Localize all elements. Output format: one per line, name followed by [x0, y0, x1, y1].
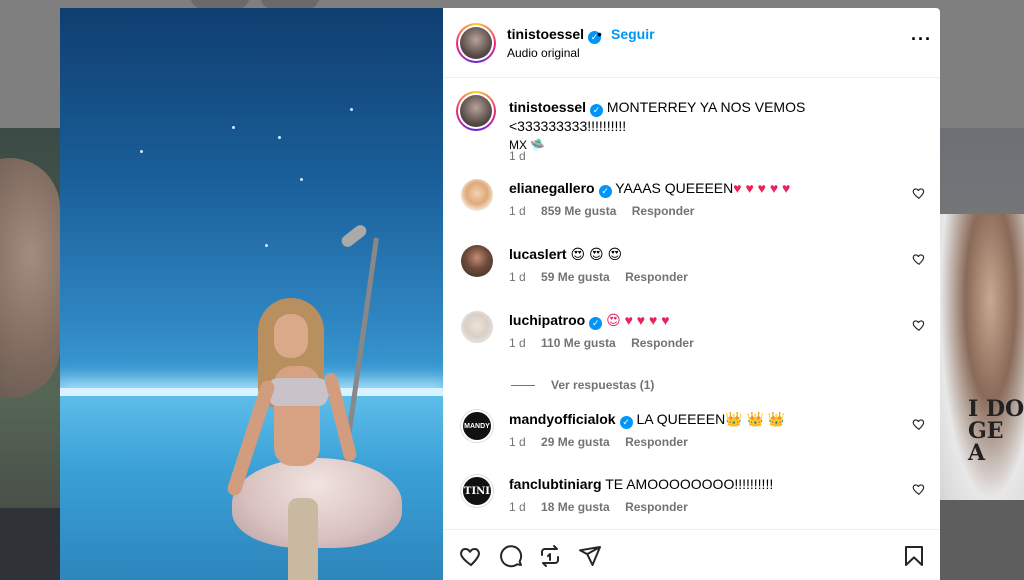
reply-button[interactable]: Responder — [631, 336, 694, 350]
comment-item: luchipatroo ✓ 😍 ♥ ♥ ♥ ♥ 1 d 110 Me gusta … — [456, 311, 926, 361]
replies-divider — [511, 385, 535, 387]
comment-item: elianegallero ✓ YAAAS QUEEEEN♥ ♥ ♥ ♥ ♥ 1 … — [456, 179, 926, 229]
performer — [225, 298, 402, 580]
like-comment-heart-icon[interactable] — [912, 186, 926, 200]
more-options-icon[interactable]: ··· — [911, 30, 932, 48]
view-replies-button[interactable]: Ver respuestas (1) — [511, 378, 654, 392]
background-face — [0, 158, 60, 398]
author-avatar[interactable] — [456, 23, 496, 63]
caption-line2: MX 🛸 — [509, 138, 546, 152]
verified-badge-icon: ✓ — [590, 104, 604, 117]
comment-emoji: 😍 😍 😍 — [570, 246, 623, 262]
comment-username[interactable]: lucaslert — [509, 246, 567, 262]
like-comment-heart-icon[interactable] — [912, 252, 926, 266]
comment-username[interactable]: elianegallero — [509, 180, 595, 196]
verified-badge-icon: ✓ — [619, 416, 633, 429]
comment-timestamp[interactable]: 1 d — [509, 270, 526, 284]
audio-label[interactable]: Audio original — [507, 46, 580, 60]
avatar-logo-text: TINI — [464, 485, 490, 497]
commenter-avatar[interactable]: TINI — [461, 475, 493, 507]
caption-username[interactable]: tinistoessel — [509, 99, 586, 115]
background-shirt-text: I DO GE A — [968, 396, 1024, 466]
background-right-photo: I DO GE A — [940, 128, 1024, 500]
comment-item: lucaslert 😍 😍 😍 1 d 59 Me gusta Responde… — [456, 245, 926, 295]
comment-username[interactable]: fanclubtiniarg — [509, 476, 602, 492]
comment-item: TINI fanclubtiniarg TE AMOOOOOOOO!!!!!!!… — [456, 475, 926, 525]
microphone — [339, 222, 369, 250]
post-media-video[interactable] — [60, 8, 443, 580]
verified-badge-icon: ✓ — [589, 317, 603, 330]
background-left-bottom — [0, 508, 60, 580]
comment-text: YAAAS QUEEEEN — [615, 180, 734, 196]
comment-likes[interactable]: 18 Me gusta — [541, 500, 610, 514]
bookmark-icon[interactable] — [902, 544, 926, 568]
comment-timestamp[interactable]: 1 d — [509, 336, 526, 350]
comment-username[interactable]: mandyofficialok — [509, 411, 616, 427]
like-comment-heart-icon[interactable] — [912, 482, 926, 496]
comment-likes[interactable]: 859 Me gusta — [541, 204, 616, 218]
reply-button[interactable]: Responder — [625, 435, 688, 449]
comment-timestamp[interactable]: 1 d — [509, 435, 526, 449]
comment-timestamp[interactable]: 1 d — [509, 500, 526, 514]
comment-icon[interactable] — [499, 544, 523, 568]
commenter-avatar[interactable]: MANDY — [461, 410, 493, 442]
comment-username[interactable]: luchipatroo — [509, 312, 585, 328]
commenter-avatar[interactable] — [461, 245, 493, 277]
follow-button[interactable]: Seguir — [611, 26, 655, 42]
background-left-photo — [0, 128, 60, 508]
background-right-bottom — [940, 500, 1024, 580]
avatar-logo-text: MANDY — [464, 422, 490, 430]
comment-emoji: 👑 👑 👑 — [725, 411, 786, 427]
post-action-bar — [443, 529, 940, 580]
comment-likes[interactable]: 110 Me gusta — [541, 336, 616, 350]
comment-likes[interactable]: 29 Me gusta — [541, 435, 610, 449]
comment-timestamp[interactable]: 1 d — [509, 204, 526, 218]
post-side-panel: tinistoessel ✓ • Seguir Audio original ··… — [443, 8, 940, 580]
comment-emoji: 😍 ♥ ♥ ♥ ♥ — [606, 312, 670, 328]
comment-text: LA QUEEEEN — [636, 411, 726, 427]
caption-author-avatar[interactable] — [456, 91, 496, 131]
comment-emoji: ♥ ♥ ♥ ♥ ♥ — [733, 180, 791, 196]
caption-timestamp[interactable]: 1 d — [509, 149, 526, 163]
comments-list[interactable]: tinistoessel ✓ MONTERREY YA NOS VEMOS <33… — [443, 79, 940, 529]
verified-badge-icon: ✓ — [598, 185, 612, 198]
post-header: tinistoessel ✓ • Seguir Audio original ··… — [443, 8, 940, 78]
repost-icon[interactable] — [538, 544, 562, 568]
commenter-avatar[interactable] — [461, 311, 493, 343]
reply-button[interactable]: Responder — [625, 500, 688, 514]
comment-text: TE AMOOOOOOOO!!!!!!!!!! — [605, 476, 774, 492]
heart-icon[interactable] — [459, 544, 483, 568]
reply-button[interactable]: Responder — [625, 270, 688, 284]
comment-item: MANDY mandyofficialok ✓ LA QUEEEEN👑 👑 👑 1… — [456, 410, 926, 460]
like-comment-heart-icon[interactable] — [912, 318, 926, 332]
share-icon[interactable] — [578, 544, 602, 568]
comment-likes[interactable]: 59 Me gusta — [541, 270, 610, 284]
separator-dot: • — [597, 26, 602, 42]
reply-button[interactable]: Responder — [632, 204, 695, 218]
like-comment-heart-icon[interactable] — [912, 417, 926, 431]
author-username[interactable]: tinistoessel ✓ — [507, 26, 602, 44]
commenter-avatar[interactable] — [461, 179, 493, 211]
